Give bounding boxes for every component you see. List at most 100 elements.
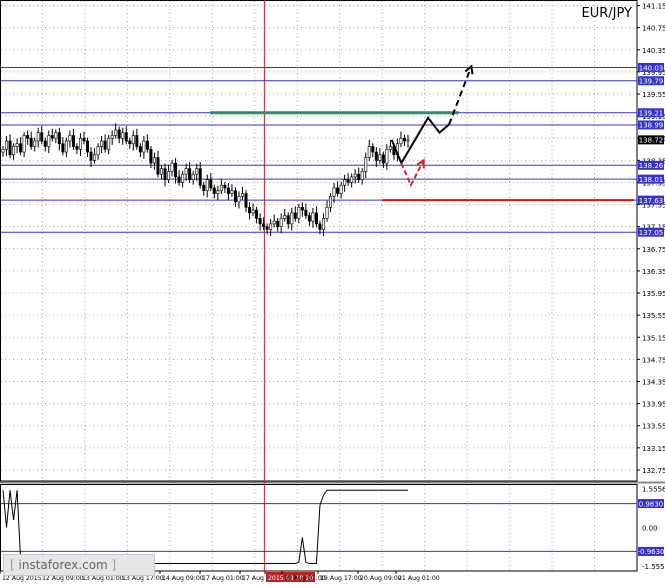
candle-body (290, 212, 294, 225)
candle-body (240, 193, 244, 197)
watermark-bracket-left: [ (10, 558, 15, 572)
candle-body (195, 168, 199, 175)
candle-body (64, 140, 68, 153)
x-tick-label: 13 Aug 17:00 (122, 575, 164, 582)
y-tick-label: 133.95 (642, 401, 665, 409)
candle-body (350, 176, 354, 183)
level-price-label: 140.03 (639, 64, 664, 72)
candle-body (100, 140, 104, 147)
candle-body (297, 207, 301, 219)
candle-body (318, 223, 322, 230)
x-tick-label: 14 Aug 09:00 (162, 575, 204, 582)
candle-body (188, 168, 192, 180)
candle-body (272, 220, 276, 225)
level-price-label: 137.05 (639, 229, 664, 237)
candle-body (82, 137, 86, 142)
x-tick-label: 19 Aug 17:00 (320, 575, 362, 582)
candle-body (244, 193, 248, 208)
candle-body (388, 146, 392, 150)
candle-body (406, 139, 410, 142)
y-tick-label: 136.35 (642, 268, 665, 276)
candle-body (135, 135, 139, 147)
candle-body (149, 148, 153, 164)
y-tick-label: 134.75 (642, 356, 665, 364)
level-price-label: 138.99 (639, 122, 664, 130)
y-tick-label: 134.35 (642, 378, 665, 386)
candle-body (152, 157, 156, 164)
candle-body (22, 135, 26, 153)
osc-tick-label: -0.9630 (637, 548, 664, 556)
x-tick-label: 21 Aug 01:00 (398, 575, 440, 582)
candle-body (300, 207, 304, 211)
x-tick-label: 12 Aug 09:00 (42, 575, 84, 582)
candle-body (258, 218, 262, 225)
y-tick-label: 135.15 (642, 334, 665, 342)
level-price-label: 138.01 (639, 176, 664, 184)
candle-body (336, 187, 340, 194)
candle-body (367, 146, 371, 158)
candle-body (248, 207, 252, 214)
candle-body (226, 187, 230, 194)
level-price-label: 139.21 (639, 110, 664, 118)
candle-body (54, 132, 58, 139)
candle-body (304, 209, 308, 216)
x-tick-label: 13 Aug 01:00 (82, 575, 124, 582)
forex-chart: 141.15140.75140.35139.95139.55139.15138.… (0, 0, 665, 584)
watermark: [ instaforex.com ] (3, 554, 155, 576)
candle-body (255, 209, 259, 219)
candle-body (47, 135, 51, 147)
level-price-label: 139.79 (639, 78, 664, 86)
candle-body (103, 140, 107, 150)
candle-body (96, 146, 100, 156)
candle-body (198, 168, 202, 186)
candle-body (145, 140, 149, 150)
candle-body (107, 137, 111, 150)
candle-body (233, 190, 237, 203)
level-price-label: 137.63 (639, 197, 664, 205)
watermark-text: instaforex.com (18, 558, 108, 572)
candle-body (71, 135, 75, 147)
candle-body (40, 132, 44, 142)
candle-body (265, 226, 269, 230)
candle-body (325, 207, 329, 219)
y-tick-label: 133.15 (642, 445, 665, 453)
candle-body (61, 143, 65, 153)
x-tick-label: 12 Aug 2015 (2, 575, 42, 582)
candle-body (346, 179, 350, 183)
osc-tick-label: -1.5556 (642, 563, 665, 571)
candle-body (5, 140, 9, 150)
level-price-label: 138.26 (639, 162, 664, 170)
candle-body (142, 140, 146, 153)
candle-body (1, 148, 5, 153)
candle-body (12, 146, 16, 156)
candle-body (385, 148, 389, 164)
price-levels (1, 66, 637, 233)
candle-body (159, 168, 163, 175)
candle-body (191, 173, 195, 180)
candle-body (163, 168, 167, 180)
y-tick-label: 140.35 (642, 47, 665, 55)
grid (0, 0, 665, 572)
candle-body (276, 220, 280, 227)
candle-body (314, 212, 318, 225)
candle-body (43, 140, 47, 147)
candle-body (33, 140, 37, 147)
candle-body (286, 215, 290, 225)
candle-body (170, 162, 174, 172)
candle-body (167, 171, 171, 180)
watermark-bracket-right: ] (111, 558, 117, 572)
candle-body (371, 146, 375, 153)
forecast-red-dashed (400, 159, 425, 188)
y-tick-label: 141.15 (642, 3, 665, 11)
candle-body (212, 187, 216, 194)
candles (1, 123, 410, 237)
chart-title: EUR/JPY (582, 6, 633, 21)
candle-body (29, 137, 33, 147)
x-tick-label: 17 Aug 01:00 (202, 575, 244, 582)
candle-body (8, 140, 12, 156)
candle-body (321, 218, 325, 230)
candle-body (202, 184, 206, 192)
candle-body (251, 209, 255, 214)
candle-body (360, 171, 364, 180)
x-tick-label: 20 Aug 09:00 (360, 575, 402, 582)
